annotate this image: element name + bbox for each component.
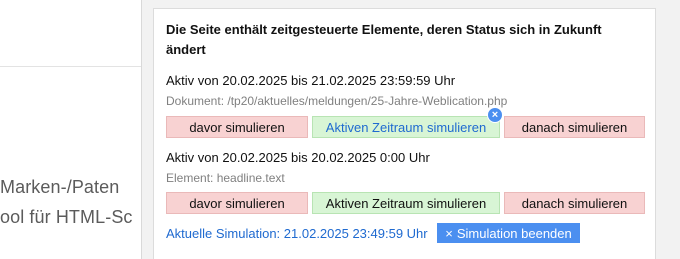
panel-heading: Die Seite enthält zeitgesteuerte Element… [166,22,602,57]
end-simulation-label: Simulation beenden [456,225,572,241]
item-1-simulate-active-button[interactable]: Aktiven Zeitraum simulieren [312,116,500,138]
close-icon: × [445,225,453,241]
item-2-simulate-before-button[interactable]: davor simulieren [166,192,308,214]
item-1-document-path: Dokument: /tp20/aktuelles/meldungen/25-J… [166,94,508,108]
item-2-range: Aktiv von 20.02.2025 bis 20.02.2025 0:00… [166,150,430,165]
page: Marken-/Paten ool für HTML-Sc Die Seite … [0,0,680,259]
item-2-element-name: Element: headline.text [166,171,285,185]
item-1-range: Aktiv von 20.02.2025 bis 21.02.2025 23:5… [166,73,456,88]
current-simulation-link[interactable]: Aktuelle Simulation: 21.02.2025 23:49:59… [166,226,428,241]
item-1-simulate-after-button[interactable]: danach simulieren [504,116,645,138]
item-2-simulate-active-button[interactable]: Aktiven Zeitraum simulieren [312,192,500,214]
background-text-line: ool für HTML-Sc [0,207,133,227]
end-simulation-button[interactable]: × Simulation beenden [437,223,580,243]
item-1-simulate-before-button[interactable]: davor simulieren [166,116,308,138]
background-text-line: Marken-/Paten [0,177,120,197]
item-2-simulate-after-button[interactable]: danach simulieren [504,192,645,214]
clear-simulation-close-icon[interactable]: × [487,107,503,123]
background-divider [0,66,145,67]
